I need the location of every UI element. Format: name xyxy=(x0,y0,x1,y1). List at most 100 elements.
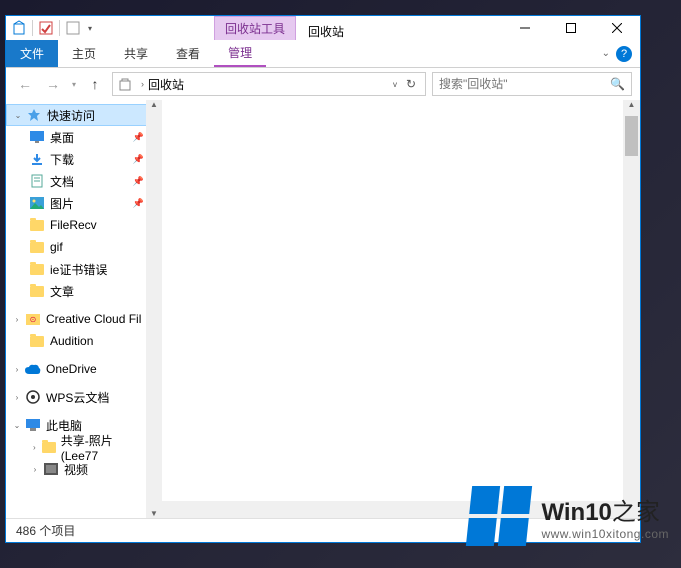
tree-article[interactable]: 文章 xyxy=(6,280,162,302)
pin-icon: 📌 xyxy=(133,176,144,187)
nav-history-icon[interactable]: ▾ xyxy=(72,80,76,89)
desktop-icon xyxy=(28,129,46,145)
nav-up-button[interactable]: ↑ xyxy=(84,73,106,95)
folder-icon xyxy=(28,283,46,299)
chevron-right-icon[interactable]: › xyxy=(141,79,144,89)
expand-icon[interactable]: › xyxy=(10,315,24,324)
tab-home[interactable]: 主页 xyxy=(58,40,110,67)
address-dropdown-icon[interactable]: v xyxy=(393,80,397,89)
tree-label: Audition xyxy=(50,334,93,348)
folder-icon xyxy=(28,333,46,349)
collapse-icon[interactable]: ⌄ xyxy=(10,421,24,430)
item-count: 486 个项目 xyxy=(16,522,75,539)
nav-back-button[interactable]: ← xyxy=(14,73,36,95)
tree-documents[interactable]: 文档 📌 xyxy=(6,170,162,192)
pin-icon: 📌 xyxy=(133,154,144,165)
help-icon[interactable]: ? xyxy=(616,46,632,62)
star-icon xyxy=(25,107,43,123)
wps-icon xyxy=(24,389,42,405)
properties-icon[interactable] xyxy=(37,19,55,37)
tree-quick-access[interactable]: ⌄ 快速访问 xyxy=(6,104,162,126)
close-button[interactable] xyxy=(594,16,640,40)
separator xyxy=(32,20,33,36)
qat-customize-icon[interactable]: ▾ xyxy=(84,24,96,33)
contextual-tool-tab: 回收站工具 xyxy=(214,16,296,40)
tree-label: OneDrive xyxy=(46,362,97,376)
recycle-bin-icon[interactable] xyxy=(10,19,28,37)
pin-icon: 📌 xyxy=(133,132,144,143)
tree-label: 文档 xyxy=(50,173,74,190)
address-bar[interactable]: › 回收站 v ↻ xyxy=(112,72,426,96)
tree-onedrive[interactable]: › OneDrive xyxy=(6,358,162,380)
content-area[interactable] xyxy=(162,100,640,518)
tree-label: 桌面 xyxy=(50,129,74,146)
ribbon-tabs: 文件 主页 共享 查看 管理 ⌄ ? xyxy=(6,40,640,68)
collapse-icon[interactable]: ⌄ xyxy=(11,111,25,120)
tree-label: 图片 xyxy=(50,195,74,212)
tree-label: 快速访问 xyxy=(47,107,95,124)
tree-downloads[interactable]: 下载 📌 xyxy=(6,148,162,170)
tree-label: FileRecv xyxy=(50,218,97,232)
expand-icon[interactable]: › xyxy=(10,365,24,374)
tree-desktop[interactable]: 桌面 📌 xyxy=(6,126,162,148)
folder-icon xyxy=(41,439,57,455)
tree-scrollbar[interactable] xyxy=(146,100,162,518)
tree-label: Creative Cloud Fil xyxy=(46,312,141,326)
watermark: Win10之家 www.win10xitong.com xyxy=(469,486,669,546)
watermark-url: www.win10xitong.com xyxy=(541,527,669,541)
qat-blank-icon[interactable] xyxy=(64,19,82,37)
pin-icon: 📌 xyxy=(133,198,144,209)
address-location[interactable]: 回收站 xyxy=(148,76,393,93)
tree-label: 共享-照片 (Lee77 xyxy=(61,432,144,463)
tree-label: ie证书错误 xyxy=(50,261,107,278)
tree-shared-photos[interactable]: › 共享-照片 (Lee77 xyxy=(6,436,162,458)
tab-file[interactable]: 文件 xyxy=(6,40,58,67)
expand-icon[interactable]: › xyxy=(28,443,41,452)
folder-icon xyxy=(28,217,46,233)
tree-ie-cert[interactable]: ie证书错误 xyxy=(6,258,162,280)
pc-icon xyxy=(24,417,42,433)
tree-label: gif xyxy=(50,240,63,254)
video-icon xyxy=(42,461,60,477)
tree-audition[interactable]: Audition xyxy=(6,330,162,352)
expand-icon[interactable]: › xyxy=(28,465,42,474)
scrollbar-thumb[interactable] xyxy=(625,116,638,156)
separator xyxy=(59,20,60,36)
windows-logo-icon xyxy=(466,486,532,546)
search-icon[interactable]: 🔍 xyxy=(610,77,625,91)
onedrive-icon xyxy=(24,361,42,377)
window-title: 回收站 xyxy=(296,23,356,40)
minimize-button[interactable] xyxy=(502,16,548,40)
expand-ribbon-icon[interactable]: ⌄ xyxy=(602,48,610,59)
tree-filerecv[interactable]: FileRecv xyxy=(6,214,162,236)
refresh-button[interactable]: ↻ xyxy=(401,77,421,91)
quick-access-toolbar: ▾ xyxy=(6,19,96,37)
recycle-bin-icon xyxy=(117,76,133,92)
folder-icon xyxy=(28,261,46,277)
expand-icon[interactable]: › xyxy=(10,393,24,402)
downloads-icon xyxy=(28,151,46,167)
vertical-scrollbar[interactable] xyxy=(623,100,640,518)
title-bar[interactable]: ▾ 回收站工具 回收站 xyxy=(6,16,640,40)
tree-gif[interactable]: gif xyxy=(6,236,162,258)
navigation-tree[interactable]: ⌄ 快速访问 桌面 📌 下载 📌 文档 📌 图片 xyxy=(6,100,162,518)
tree-label: 下载 xyxy=(50,151,74,168)
address-row: ← → ▾ ↑ › 回收站 v ↻ 🔍 xyxy=(6,68,640,100)
tab-manage[interactable]: 管理 xyxy=(214,40,266,67)
nav-forward-button[interactable]: → xyxy=(42,73,64,95)
tab-share[interactable]: 共享 xyxy=(110,40,162,67)
creative-cloud-icon: ⊙ xyxy=(24,311,42,327)
maximize-button[interactable] xyxy=(548,16,594,40)
search-box[interactable]: 🔍 xyxy=(432,72,632,96)
search-input[interactable] xyxy=(439,77,610,91)
tree-label: WPS云文档 xyxy=(46,389,109,406)
explorer-window: ▾ 回收站工具 回收站 文件 主页 共享 查看 管理 ⌄ ? ← xyxy=(5,15,641,543)
pictures-icon xyxy=(28,195,46,211)
tab-view[interactable]: 查看 xyxy=(162,40,214,67)
tree-wps[interactable]: › WPS云文档 xyxy=(6,386,162,408)
tree-pictures[interactable]: 图片 📌 xyxy=(6,192,162,214)
documents-icon xyxy=(28,173,46,189)
tree-label: 视频 xyxy=(64,461,88,478)
tree-creative-cloud[interactable]: › ⊙ Creative Cloud Fil xyxy=(6,308,162,330)
folder-icon xyxy=(28,239,46,255)
